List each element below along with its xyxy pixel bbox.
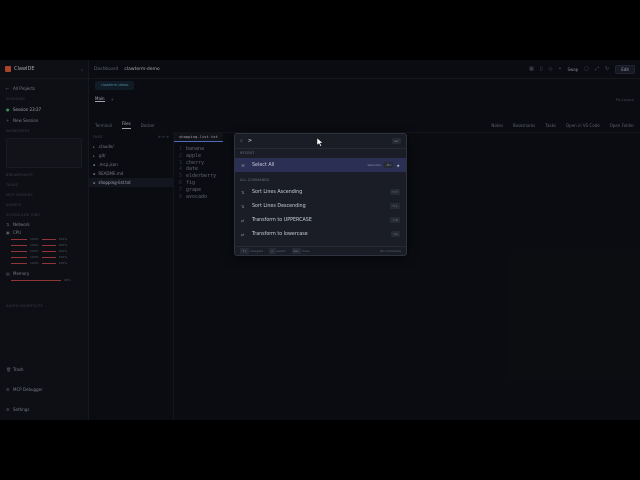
command-category: Selection bbox=[367, 163, 382, 167]
item-meta: ⌥↑ bbox=[390, 189, 400, 195]
item-meta: ⌥↓ bbox=[390, 203, 400, 209]
palette-item[interactable]: ⇄ Transform to lowercase ⌥L bbox=[235, 227, 406, 241]
sort-icon: ⇅ bbox=[241, 189, 245, 195]
palette-footer: ↑↓ navigate ↵ select esc close 36 comman… bbox=[235, 246, 406, 255]
palette-item[interactable]: ⇅ Sort Lines Descending ⌥↓ bbox=[235, 199, 406, 213]
palette-item-select-all[interactable]: ⌘ Select All Selection ⌘A ★ bbox=[235, 158, 406, 172]
shortcut-hint: ⌥↑ bbox=[390, 189, 400, 195]
item-meta: ⌥L bbox=[390, 231, 400, 237]
search-icon: ⌕ bbox=[240, 138, 243, 144]
esc-hint: esc bbox=[391, 138, 401, 144]
shortcut-hint: ⌥↓ bbox=[390, 203, 400, 209]
transform-icon: ⇄ bbox=[241, 231, 245, 237]
command-label: Sort Lines Ascending bbox=[252, 189, 303, 195]
command-label: Select All bbox=[252, 162, 275, 168]
star-icon[interactable]: ★ bbox=[396, 163, 400, 168]
recent-group-label: RECENT bbox=[240, 151, 255, 155]
command-count: 36 commands bbox=[379, 249, 401, 253]
footer-close: esc close bbox=[291, 248, 310, 254]
command-label: Transform to lowercase bbox=[252, 231, 308, 237]
item-meta: ⌥U bbox=[390, 217, 400, 223]
shortcut-hint: ⌘A bbox=[384, 162, 394, 168]
command-palette: ⌕ esc RECENT ⌘ Select All Selection ⌘A ★… bbox=[234, 133, 407, 256]
transform-icon: ⇄ bbox=[241, 217, 245, 223]
palette-item[interactable]: ⇄ Transform to UPPERCASE ⌥U bbox=[235, 213, 406, 227]
command-icon: ⌘ bbox=[241, 162, 245, 168]
item-meta: Selection ⌘A ★ bbox=[368, 162, 400, 168]
command-label: Sort Lines Descending bbox=[252, 203, 306, 209]
command-label: Transform to UPPERCASE bbox=[252, 217, 312, 223]
footer-navigate: ↑↓ navigate bbox=[240, 248, 264, 254]
sort-icon: ⇅ bbox=[241, 203, 245, 209]
footer-select: ↵ select bbox=[269, 248, 286, 254]
all-commands-label: ALL COMMANDS bbox=[240, 178, 270, 182]
shortcut-hint: ⌥L bbox=[390, 231, 400, 237]
palette-item[interactable]: ⇅ Sort Lines Ascending ⌥↑ bbox=[235, 185, 406, 199]
shortcut-hint: ⌥U bbox=[390, 217, 400, 223]
